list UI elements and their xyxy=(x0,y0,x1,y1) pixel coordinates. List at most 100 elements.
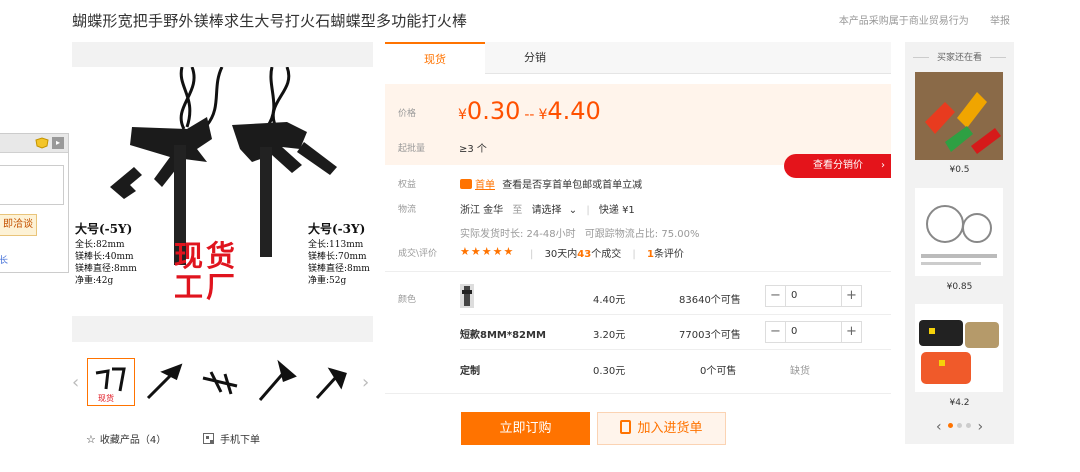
sku-name: 定制 xyxy=(460,366,480,377)
chat-widget-toggle-icon[interactable]: ▸ xyxy=(52,137,64,149)
sku-name: 短款8MM*82MM xyxy=(460,330,546,341)
favorite-product[interactable]: ☆ 收藏产品（4） xyxy=(86,431,166,446)
thumbnail-strip: ‹ 现货 › xyxy=(72,352,373,408)
ship-from: 浙江 金华 xyxy=(460,205,504,216)
ship-meta: 实际发货时长: 24-48小时 可跟踪物流占比: 75.00% xyxy=(460,225,699,240)
spec-right: 大号(-3Y) 全长:113mm 镁棒长:70mm 镁棒直径:8mm 净重:52… xyxy=(308,223,370,287)
add-to-cart-button[interactable]: 加入进货单 xyxy=(597,412,726,445)
chat-message-box[interactable] xyxy=(0,165,64,205)
fire-starter-image xyxy=(915,72,1003,160)
pager-dot[interactable] xyxy=(966,423,971,428)
quantity-value[interactable]: 0 xyxy=(791,326,797,337)
clipboard-icon xyxy=(620,420,632,434)
minus-icon[interactable]: − xyxy=(766,322,786,342)
spot-goods-label: 现货 工厂 xyxy=(174,241,238,303)
chevron-right-icon[interactable]: › xyxy=(977,419,983,435)
report-link[interactable]: 举报 xyxy=(990,16,1010,27)
color-label: 颜色 xyxy=(398,295,417,305)
thumbnail[interactable] xyxy=(307,358,355,406)
favorite-label: 收藏产品（4） xyxy=(99,435,167,446)
review-count[interactable]: 1 xyxy=(647,249,654,260)
thumb-prev-arrow[interactable]: ‹ xyxy=(72,372,79,393)
gallery-bottom-bar xyxy=(72,316,373,342)
thumbnail[interactable] xyxy=(252,358,300,406)
row-divider xyxy=(460,314,891,315)
star-outline-icon: ☆ xyxy=(86,433,96,446)
divider: | xyxy=(632,249,636,260)
destination-select[interactable]: 请选择 ⌄ xyxy=(532,205,578,216)
tab-distribution[interactable]: 分销 xyxy=(485,42,585,74)
reviews-row: | 30天内43个成交 | 1条评价 xyxy=(530,245,684,260)
minus-icon[interactable]: − xyxy=(766,286,786,306)
product-title: 蝴蝶形宽把手野外镁棒求生大号打火石蝴蝶型多功能打火棒 xyxy=(72,12,468,30)
pager-dot[interactable] xyxy=(957,423,962,428)
title-line xyxy=(990,57,1006,58)
quantity-stepper[interactable]: − 0 + xyxy=(765,321,862,343)
gallery-top-bar xyxy=(72,42,373,67)
plus-icon[interactable]: + xyxy=(841,322,861,342)
main-product-image[interactable]: 大号(-5Y) 全长:82mm 镁棒长:40mm 镁棒直径:8mm 净重:42g… xyxy=(72,67,373,316)
order-now-button[interactable]: 立即订购 xyxy=(461,412,590,445)
recommend-item-image[interactable] xyxy=(915,188,1003,276)
ship-time: 实际发货时长: 24-48小时 xyxy=(460,229,576,240)
thumbnail-image: 现货 xyxy=(95,367,126,403)
consult-button[interactable]: 即洽谈 xyxy=(0,214,37,236)
tab-spot[interactable]: 现货 xyxy=(385,42,485,75)
first-order-link[interactable]: 首单 xyxy=(475,180,495,191)
spec-left-head: 大号(-5Y) xyxy=(75,222,133,236)
sku-thumbnail-image xyxy=(462,286,472,306)
commercial-notice: 本产品采购属于商业贸易行为 xyxy=(838,16,969,27)
section-divider xyxy=(385,271,891,272)
deals-prefix: 30天内 xyxy=(544,249,578,260)
spec-right-line: 镁棒直径:8mm xyxy=(308,264,370,274)
rights-text: 查看是否享首单包邮或首单立减 xyxy=(502,180,643,191)
sku-stock: 77003个可售 xyxy=(679,330,741,341)
sku-price: 0.30元 xyxy=(593,366,626,377)
spot-line-2: 工厂 xyxy=(174,270,239,304)
spot-line-1: 现货 xyxy=(174,239,239,273)
recommend-item-image[interactable] xyxy=(915,72,1003,160)
pager-dot[interactable] xyxy=(948,423,953,428)
quantity-value[interactable]: 0 xyxy=(791,290,797,301)
coupon-icon xyxy=(460,179,472,189)
sku-thumbnail[interactable] xyxy=(460,284,474,308)
spec-left-line: 镁棒长:40mm xyxy=(75,252,134,262)
plus-icon[interactable]: + xyxy=(841,286,861,306)
spec-right-line: 净重:52g xyxy=(308,276,347,286)
price-tabs: 现货 分销 xyxy=(385,42,891,75)
rating-stars: ★★★★★ xyxy=(460,245,515,258)
quantity-stepper[interactable]: − 0 + xyxy=(765,285,862,307)
view-distribution-price-button[interactable]: 查看分销价 › xyxy=(784,154,891,178)
sku-price: 4.40元 xyxy=(593,295,626,306)
recommend-item-price: ¥4.2 xyxy=(949,398,970,408)
price-range: ¥0.30 -- ¥4.40 xyxy=(458,97,601,125)
chat-more-link[interactable]: 长 xyxy=(0,253,8,266)
currency-symbol: ¥ xyxy=(458,107,467,123)
wire-saw-image xyxy=(915,188,1003,276)
recommend-item-image[interactable] xyxy=(915,304,1003,392)
chevron-down-icon: ⌄ xyxy=(568,205,578,216)
thumbnail[interactable] xyxy=(142,358,190,406)
moq-value: ≥3 个 xyxy=(459,144,487,155)
chevron-left-icon[interactable]: ‹ xyxy=(936,419,942,435)
spec-left-line: 净重:42g xyxy=(75,276,114,286)
thumbnail-image xyxy=(315,367,347,400)
price-separator: -- xyxy=(524,107,535,123)
logistics-label: 物流 xyxy=(398,205,417,215)
mobile-order[interactable]: 手机下单 xyxy=(203,431,260,446)
section-divider xyxy=(385,393,891,394)
rights-label: 权益 xyxy=(398,180,417,190)
thumbnail[interactable]: 现货 xyxy=(87,358,135,406)
survival-box-image xyxy=(915,304,1003,392)
express-fee: 快递 ¥1 xyxy=(598,205,635,216)
logistics-row: 浙江 金华 至 请选择 ⌄ | 快递 ¥1 xyxy=(460,201,635,216)
thumbnail[interactable] xyxy=(197,358,245,406)
thumb-next-arrow[interactable]: › xyxy=(362,372,369,393)
price-high: 4.40 xyxy=(547,97,601,125)
chat-widget-header: ▸ xyxy=(0,134,68,153)
row-divider xyxy=(460,349,891,350)
distribution-button-label: 查看分销价 xyxy=(813,160,863,171)
moq-label: 起批量 xyxy=(398,144,426,154)
sku-stock: 83640个可售 xyxy=(679,295,741,306)
deals-count[interactable]: 43 xyxy=(577,249,591,260)
